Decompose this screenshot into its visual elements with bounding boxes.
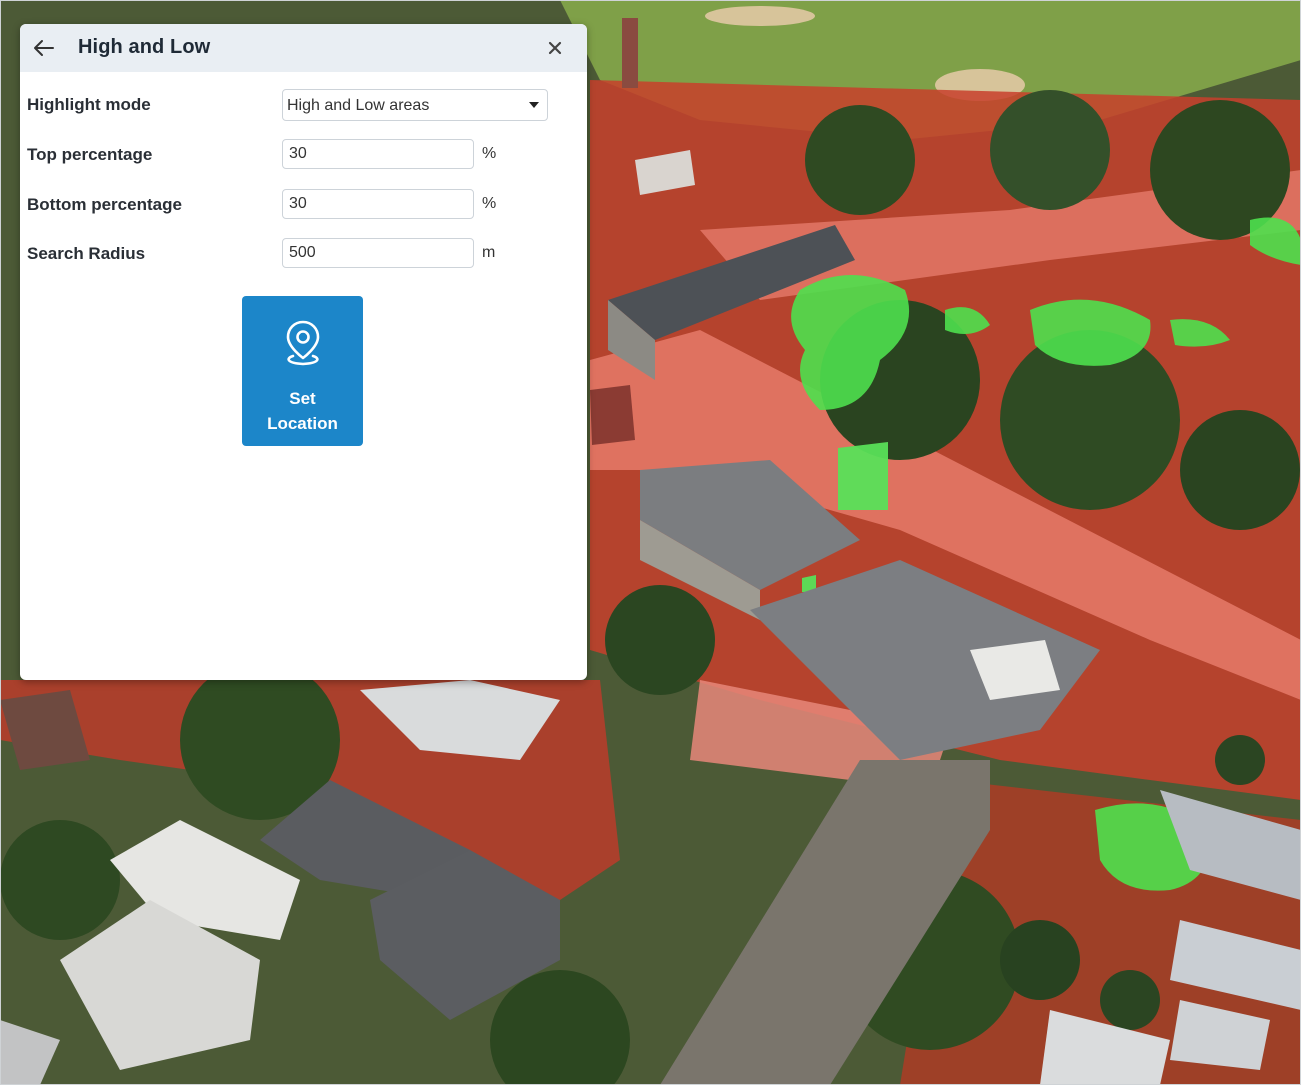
red-building (590, 385, 635, 445)
panel-header: High and Low (20, 24, 587, 72)
top-percentage-input[interactable] (282, 139, 474, 169)
search-radius-row: Search Radius m (20, 238, 587, 272)
search-radius-unit: m (482, 244, 496, 261)
set-location-label: Set Location (242, 386, 363, 436)
top-percentage-label: Top percentage (27, 145, 153, 164)
set-location-button[interactable]: Set Location (242, 296, 363, 446)
tree-cluster (805, 105, 915, 215)
high-low-panel: High and Low Highlight mode High and Low… (20, 24, 587, 680)
highlight-mode-label: Highlight mode (27, 95, 151, 114)
arrow-left-icon (34, 40, 54, 56)
set-location-label-line2: Location (267, 414, 338, 433)
bottom-percentage-row: Bottom percentage % (20, 189, 587, 223)
panel-title: High and Low (78, 36, 211, 58)
search-radius-label: Search Radius (27, 244, 146, 263)
highlight-mode-select[interactable]: High and Low areas (282, 89, 548, 121)
tree-cluster (1000, 920, 1080, 1000)
caret-down-icon (529, 102, 539, 108)
tree-cluster (1180, 410, 1300, 530)
search-radius-input[interactable] (282, 238, 474, 268)
back-button[interactable] (30, 34, 58, 62)
tree-cluster (0, 820, 120, 940)
high-area-church-tower (838, 442, 888, 510)
bottom-percentage-unit: % (482, 195, 497, 212)
top-percentage-row: Top percentage % (20, 139, 587, 173)
map-pin-icon (286, 320, 320, 366)
top-percentage-unit: % (482, 145, 497, 162)
bottom-percentage-label: Bottom percentage (27, 195, 182, 214)
tree-cluster (605, 585, 715, 695)
tree-cluster (1100, 970, 1160, 1030)
bottom-percentage-input[interactable] (282, 189, 474, 219)
ball-field-infield-1 (705, 6, 815, 26)
tree-cluster (990, 90, 1110, 210)
highlight-mode-row: Highlight mode High and Low areas (20, 89, 587, 123)
highlight-mode-value: High and Low areas (287, 97, 430, 114)
tree-cluster (1215, 735, 1265, 785)
close-button[interactable] (543, 36, 567, 60)
close-icon (548, 41, 562, 55)
park-tower (622, 18, 638, 88)
set-location-label-line1: Set (289, 389, 316, 408)
